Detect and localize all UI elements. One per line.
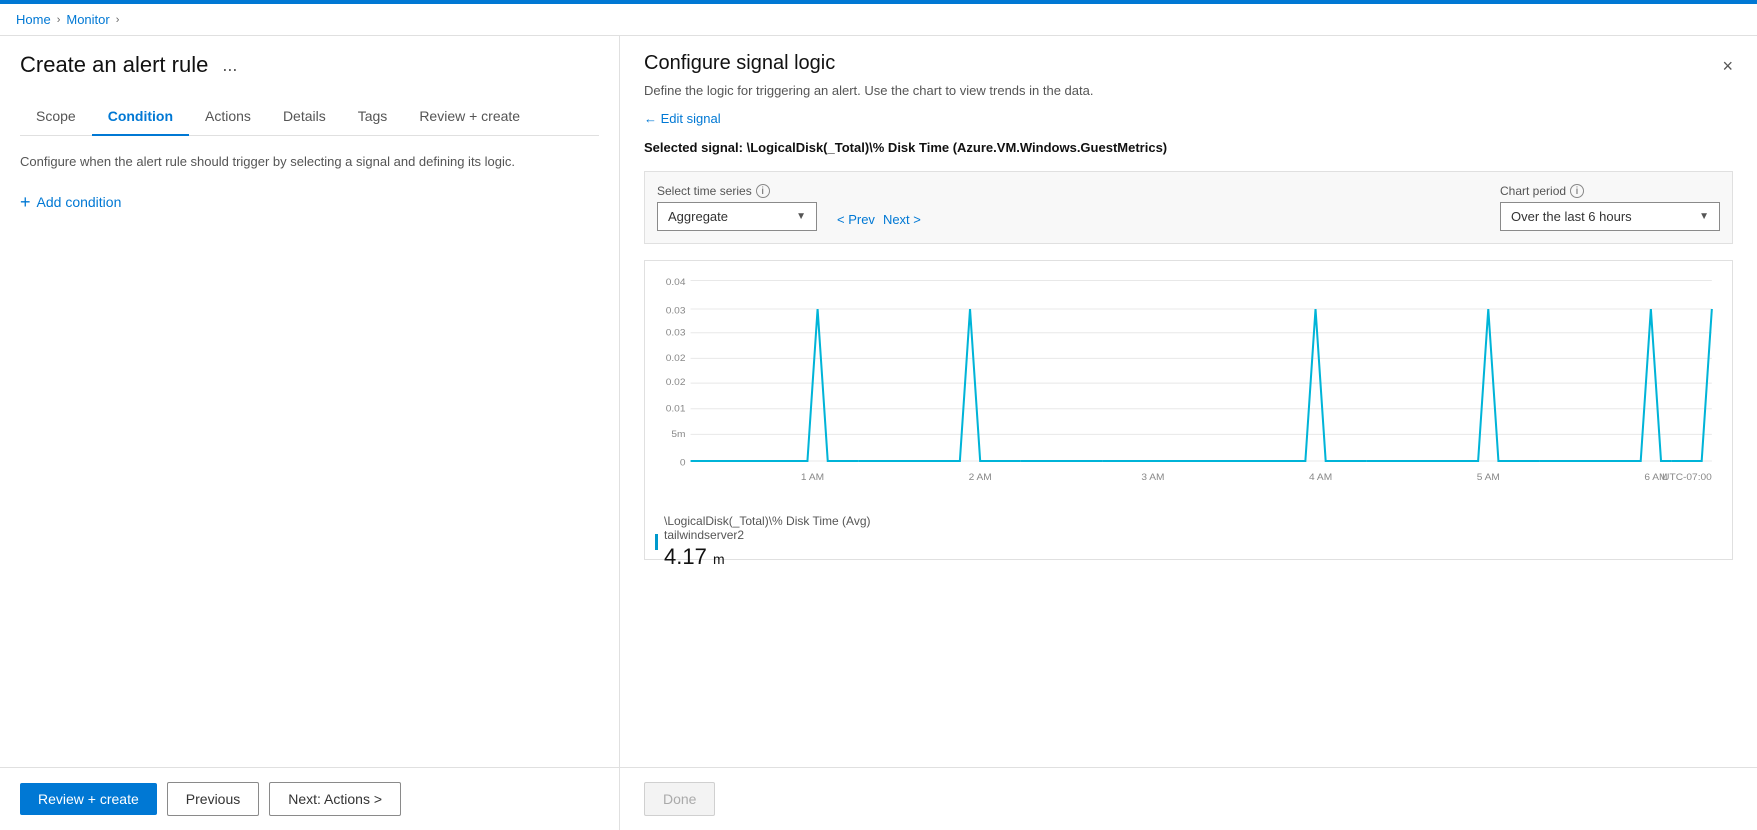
time-series-label: Select time series i bbox=[657, 184, 817, 198]
legend-text-container: \LogicalDisk(_Total)\% Disk Time (Avg) t… bbox=[664, 514, 871, 570]
svg-text:0.03: 0.03 bbox=[666, 328, 686, 339]
legend-color bbox=[655, 534, 658, 550]
tabs: Scope Condition Actions Details Tags Rev… bbox=[20, 98, 599, 136]
chart-period-label-text: Chart period bbox=[1500, 184, 1566, 198]
chart-period-control-group: Chart period i Over the last 6 hours ▼ bbox=[1500, 184, 1720, 231]
tab-tags[interactable]: Tags bbox=[342, 98, 404, 136]
tab-condition[interactable]: Condition bbox=[92, 98, 189, 136]
next-button[interactable]: Next > bbox=[883, 212, 921, 227]
chart-nav-buttons: < Prev Next > bbox=[837, 196, 921, 227]
next-actions-button[interactable]: Next: Actions > bbox=[269, 782, 401, 816]
previous-button[interactable]: Previous bbox=[167, 782, 259, 816]
chart-svg: 0.04 0.03 0.03 0.02 0.02 0.01 5m 0 bbox=[655, 271, 1722, 499]
svg-text:0.04: 0.04 bbox=[666, 278, 686, 289]
panel-description: Define the logic for triggering an alert… bbox=[644, 83, 1733, 98]
time-series-label-text: Select time series bbox=[657, 184, 752, 198]
done-button[interactable]: Done bbox=[644, 782, 715, 816]
svg-text:0.01: 0.01 bbox=[666, 404, 686, 415]
chart-legend: \LogicalDisk(_Total)\% Disk Time (Avg) t… bbox=[655, 514, 1722, 570]
right-body: Define the logic for triggering an alert… bbox=[620, 83, 1757, 767]
breadcrumb: Home › Monitor › bbox=[0, 4, 1757, 36]
legend-value: 4.17 m bbox=[664, 544, 871, 570]
ellipsis-button[interactable]: ... bbox=[218, 55, 241, 76]
legend-unit: m bbox=[713, 551, 725, 567]
selected-signal: Selected signal: \LogicalDisk(_Total)\% … bbox=[644, 140, 1733, 155]
chart-controls: Select time series i Aggregate ▼ < Prev … bbox=[644, 171, 1733, 244]
review-create-button[interactable]: Review + create bbox=[20, 783, 157, 815]
legend-item: \LogicalDisk(_Total)\% Disk Time (Avg) t… bbox=[655, 514, 1722, 570]
breadcrumb-sep-1: › bbox=[57, 14, 61, 26]
time-series-value: Aggregate bbox=[668, 209, 728, 224]
time-series-info-icon: i bbox=[756, 184, 770, 198]
edit-signal-link[interactable]: ← Edit signal bbox=[644, 111, 721, 126]
time-series-arrow-icon: ▼ bbox=[796, 211, 806, 222]
breadcrumb-home[interactable]: Home bbox=[16, 12, 51, 27]
add-condition-label: Add condition bbox=[37, 194, 122, 210]
page-title-row: Create an alert rule ... bbox=[20, 52, 599, 78]
legend-server-name: tailwindserver2 bbox=[664, 528, 871, 542]
svg-text:2 AM: 2 AM bbox=[969, 472, 992, 483]
plus-icon: + bbox=[20, 192, 31, 213]
tab-details[interactable]: Details bbox=[267, 98, 342, 136]
left-panel: Create an alert rule ... Scope Condition… bbox=[0, 36, 620, 830]
svg-text:4 AM: 4 AM bbox=[1309, 472, 1332, 483]
tab-actions[interactable]: Actions bbox=[189, 98, 267, 136]
svg-text:5 AM: 5 AM bbox=[1477, 472, 1500, 483]
chart-period-info-icon: i bbox=[1570, 184, 1584, 198]
time-series-control-group: Select time series i Aggregate ▼ bbox=[657, 184, 817, 231]
tab-scope[interactable]: Scope bbox=[20, 98, 92, 136]
svg-text:1 AM: 1 AM bbox=[801, 472, 824, 483]
prev-button[interactable]: < Prev bbox=[837, 212, 875, 227]
chart-period-value: Over the last 6 hours bbox=[1511, 209, 1632, 224]
legend-signal-name: \LogicalDisk(_Total)\% Disk Time (Avg) bbox=[664, 514, 871, 528]
svg-text:0.03: 0.03 bbox=[666, 306, 686, 317]
panel-title: Configure signal logic bbox=[644, 52, 835, 75]
svg-text:0.02: 0.02 bbox=[666, 354, 686, 365]
chart-period-select[interactable]: Over the last 6 hours ▼ bbox=[1500, 202, 1720, 231]
left-header: Create an alert rule ... Scope Condition… bbox=[0, 36, 619, 136]
add-condition-button[interactable]: + Add condition bbox=[20, 192, 121, 213]
svg-text:0: 0 bbox=[680, 458, 686, 469]
chart-period-label: Chart period i bbox=[1500, 184, 1720, 198]
chart-container: 0.04 0.03 0.03 0.02 0.02 0.01 5m 0 bbox=[644, 260, 1733, 560]
main-container: Create an alert rule ... Scope Condition… bbox=[0, 36, 1757, 830]
breadcrumb-sep-2: › bbox=[116, 14, 120, 26]
svg-text:3 AM: 3 AM bbox=[1141, 472, 1164, 483]
page-title: Create an alert rule bbox=[20, 52, 208, 78]
svg-text:5m: 5m bbox=[671, 430, 685, 441]
left-body: Configure when the alert rule should tri… bbox=[0, 136, 619, 767]
breadcrumb-monitor[interactable]: Monitor bbox=[66, 12, 109, 27]
svg-text:UTC-07:00: UTC-07:00 bbox=[1662, 472, 1712, 483]
tab-description: Configure when the alert rule should tri… bbox=[20, 152, 599, 172]
legend-number: 4.17 bbox=[664, 544, 707, 569]
chart-period-arrow-icon: ▼ bbox=[1699, 211, 1709, 222]
right-panel: Configure signal logic × Define the logi… bbox=[620, 36, 1757, 830]
right-header: Configure signal logic × bbox=[620, 36, 1757, 83]
right-footer: Done bbox=[620, 767, 1757, 830]
left-footer: Review + create Previous Next: Actions > bbox=[0, 767, 619, 830]
time-series-select[interactable]: Aggregate ▼ bbox=[657, 202, 817, 231]
svg-text:0.02: 0.02 bbox=[666, 377, 686, 388]
tab-review-create[interactable]: Review + create bbox=[403, 98, 536, 136]
edit-signal-label: ← Edit signal bbox=[644, 111, 721, 126]
close-button[interactable]: × bbox=[1722, 56, 1733, 77]
